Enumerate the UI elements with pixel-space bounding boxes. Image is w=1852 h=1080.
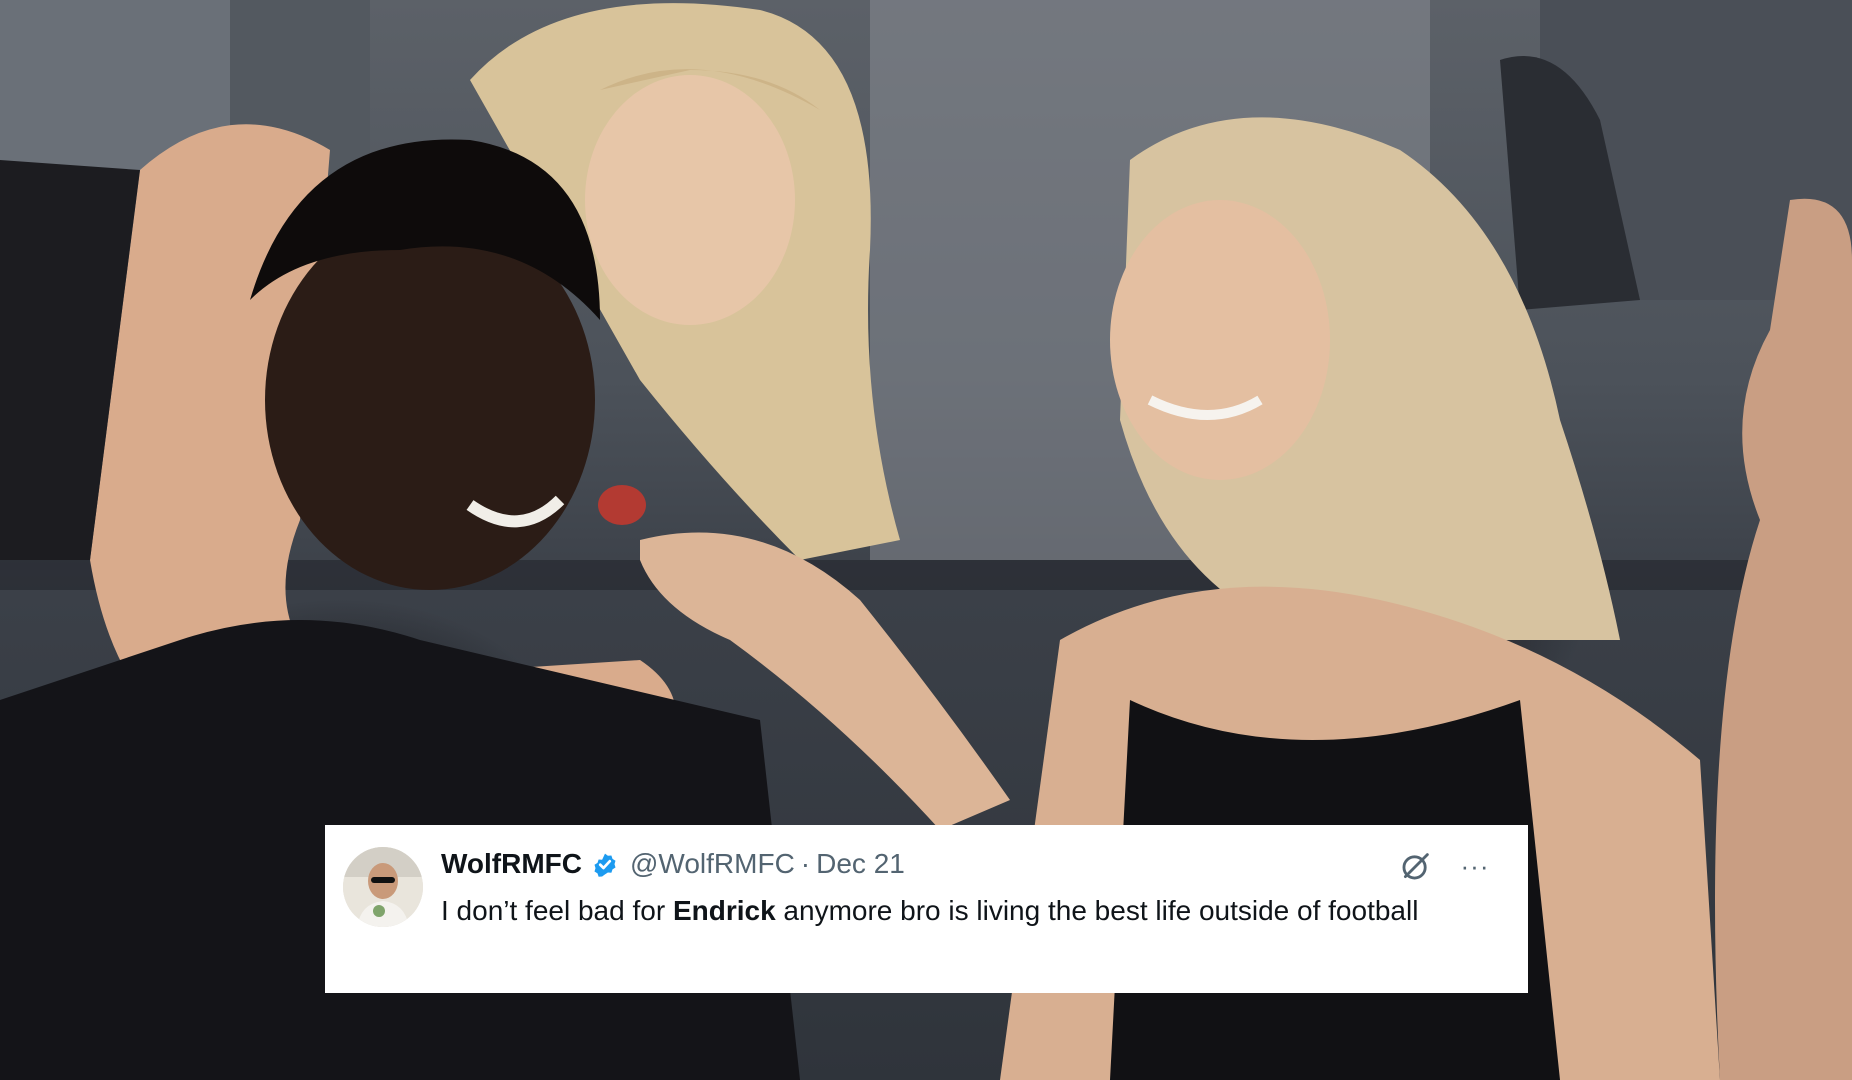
display-name[interactable]: WolfRMFC xyxy=(441,848,582,880)
avatar-image xyxy=(343,847,423,927)
grok-button[interactable] xyxy=(1397,847,1435,885)
more-options-icon: ··· xyxy=(1460,850,1490,881)
tweet-card[interactable]: WolfRMFC @WolfRMFC · Dec 21 ··· I don’t … xyxy=(325,825,1528,993)
avatar[interactable] xyxy=(343,847,423,927)
user-handle[interactable]: @WolfRMFC xyxy=(630,848,795,880)
verified-badge-icon xyxy=(590,849,620,879)
tweet-text-after: anymore bro is living the best life outs… xyxy=(775,895,1419,926)
tweet-text-mention: Endrick xyxy=(672,895,776,926)
grok-icon xyxy=(1402,853,1429,880)
more-options-button[interactable]: ··· xyxy=(1453,847,1497,885)
tweet-text-before: I don’t feel bad for xyxy=(441,895,673,926)
separator-dot: · xyxy=(800,848,811,879)
tweet-text: I don’t feel bad for Endrick anymore bro… xyxy=(441,891,1441,931)
tweet-date[interactable]: Dec 21 xyxy=(816,848,905,880)
tweet-header: WolfRMFC @WolfRMFC · Dec 21 xyxy=(441,847,905,881)
